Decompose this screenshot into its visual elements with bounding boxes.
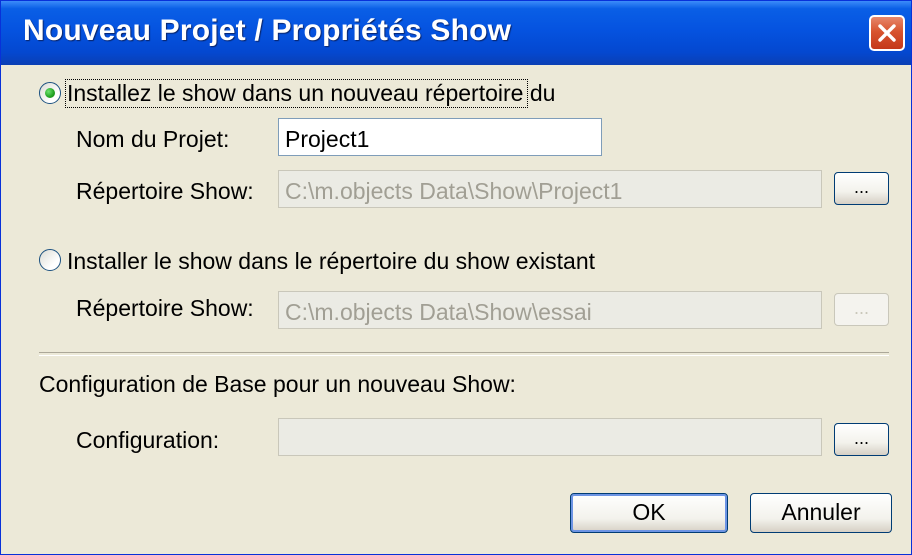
project-name-input[interactable]: Project1 <box>278 118 602 156</box>
base-config-heading: Configuration de Base pour un nouveau Sh… <box>39 371 516 397</box>
configuration-field <box>278 418 822 456</box>
browse-existing-button: ... <box>834 293 889 326</box>
cancel-button[interactable]: Annuler <box>750 493 892 533</box>
ok-button[interactable]: OK <box>570 493 728 533</box>
show-directory-field: C:\m.objects Data\Show\Project1 <box>278 170 822 208</box>
existing-directory-label: Répertoire Show: <box>76 295 254 321</box>
show-directory-label: Répertoire Show: <box>76 178 254 204</box>
radio-existing-directory-label[interactable]: Installer le show dans le répertoire du … <box>67 248 595 275</box>
radio-new-directory[interactable] <box>39 82 61 104</box>
dialog-window: Nouveau Projet / Propriétés Show Install… <box>0 0 912 555</box>
title-bar[interactable]: Nouveau Projet / Propriétés Show <box>1 1 911 65</box>
radio-existing-directory[interactable] <box>39 249 61 271</box>
project-name-label: Nom du Projet: <box>76 126 230 152</box>
browse-directory-button[interactable]: ... <box>834 172 889 205</box>
close-icon <box>878 24 896 42</box>
separator <box>39 352 889 356</box>
configuration-label: Configuration: <box>76 427 220 453</box>
existing-directory-field: C:\m.objects Data\Show\essai <box>278 291 822 329</box>
dialog-content: Installez le show dans un nouveau répert… <box>1 65 911 554</box>
browse-configuration-button[interactable]: ... <box>834 423 889 456</box>
radio-selected-dot <box>45 88 55 98</box>
window-title: Nouveau Projet / Propriétés Show <box>23 14 512 47</box>
radio-new-directory-label[interactable]: Installez le show dans un nouveau répert… <box>67 80 555 107</box>
close-button[interactable] <box>869 15 905 51</box>
